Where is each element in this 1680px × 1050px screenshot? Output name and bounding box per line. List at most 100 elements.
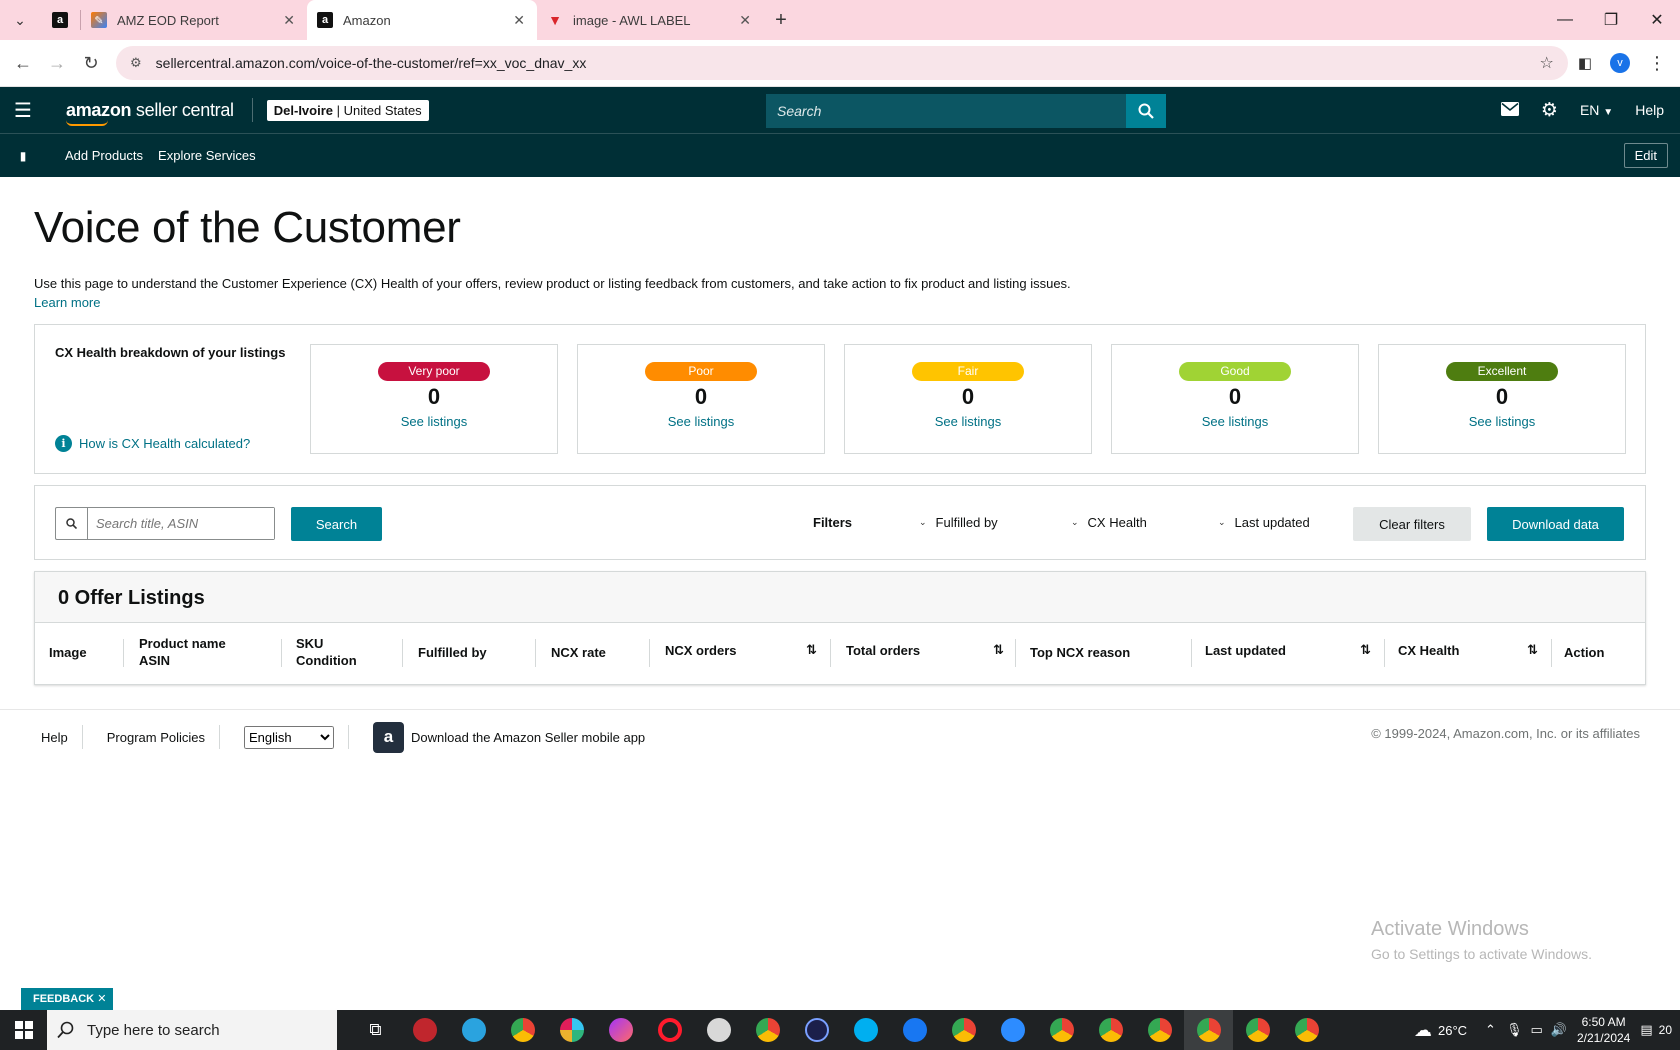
subnav-explore-services[interactable]: Explore Services xyxy=(158,148,256,163)
dropdown-fulfilled-by[interactable]: ⌄ Fulfilled by xyxy=(919,515,998,530)
reload-icon[interactable]: ↻ xyxy=(76,48,106,78)
see-listings-link[interactable]: See listings xyxy=(1112,414,1358,429)
search-button[interactable]: Search xyxy=(291,507,382,541)
paint-icon[interactable] xyxy=(694,1010,743,1050)
col-ncx-orders[interactable]: NCX orders xyxy=(665,642,737,659)
clock-app-icon[interactable] xyxy=(792,1010,841,1050)
weather-cloud-icon[interactable]: ☁ xyxy=(1414,1020,1432,1041)
sort-arrows-icon[interactable]: ⇅ xyxy=(993,642,1004,658)
cx-badge: Very poor xyxy=(378,362,490,381)
minimize-icon[interactable]: — xyxy=(1542,0,1588,40)
footer-help-link[interactable]: Help xyxy=(41,730,68,745)
tab-title: AMZ EOD Report xyxy=(117,12,219,28)
store-switcher[interactable]: Del-Ivoire | United States xyxy=(266,99,429,121)
profile-avatar[interactable]: v xyxy=(1610,53,1630,73)
browser-menu-icon[interactable]: ⋮ xyxy=(1648,53,1666,74)
bookmark-icon[interactable]: ▮ xyxy=(0,149,46,163)
chrome-profile-icon[interactable] xyxy=(1233,1010,1282,1050)
opera-icon[interactable] xyxy=(645,1010,694,1050)
window-close-icon[interactable]: ✕ xyxy=(1634,0,1680,40)
chrome-active-icon[interactable] xyxy=(1184,1010,1233,1050)
chrome-profile-icon[interactable] xyxy=(1037,1010,1086,1050)
bookmark-star-icon[interactable]: ☆ xyxy=(1539,53,1553,73)
see-listings-link[interactable]: See listings xyxy=(578,414,824,429)
slack-icon[interactable] xyxy=(547,1010,596,1050)
chrome-profile-icon[interactable] xyxy=(939,1010,988,1050)
close-icon[interactable]: ✕ xyxy=(739,12,751,29)
tab-amazon[interactable]: a Amazon ✕ xyxy=(307,0,537,40)
address-bar[interactable]: ⚙ sellercentral.amazon.com/voice-of-the-… xyxy=(116,46,1568,80)
close-icon[interactable]: ✕ xyxy=(97,993,106,1005)
sort-arrows-icon[interactable]: ⇅ xyxy=(1360,642,1371,658)
microphone-icon[interactable]: 🎙 xyxy=(1506,1022,1523,1038)
tab-awl-label[interactable]: ▼ image - AWL LABEL ✕ xyxy=(537,0,763,40)
dropdown-last-updated[interactable]: ⌄ Last updated xyxy=(1218,515,1310,530)
app-red-circle-icon[interactable] xyxy=(400,1010,449,1050)
column-divider xyxy=(402,639,403,667)
language-selector[interactable]: EN ▼ xyxy=(1580,102,1613,118)
side-panel-icon[interactable]: ◧ xyxy=(1578,54,1592,72)
footer-language-select[interactable]: English xyxy=(244,725,335,749)
chrome-profile-icon[interactable] xyxy=(1135,1010,1184,1050)
sort-arrows-icon[interactable]: ⇅ xyxy=(806,642,817,658)
column-divider xyxy=(281,639,282,667)
learn-more-link[interactable]: Learn more xyxy=(34,295,100,310)
zoom-icon[interactable] xyxy=(988,1010,1037,1050)
header-search-input[interactable] xyxy=(766,94,1126,128)
windows-start-icon[interactable] xyxy=(0,1021,47,1039)
seller-central-logo[interactable]: amazon seller central xyxy=(66,100,234,126)
search-icon[interactable] xyxy=(1126,94,1166,128)
close-icon[interactable]: ✕ xyxy=(283,12,295,29)
telegram-icon[interactable] xyxy=(449,1010,498,1050)
footer-app-link[interactable]: Download the Amazon Seller mobile app xyxy=(411,730,645,745)
help-link[interactable]: Help xyxy=(1635,102,1664,118)
see-listings-link[interactable]: See listings xyxy=(311,414,557,429)
new-tab-plus-icon[interactable]: + xyxy=(763,9,799,32)
hamburger-menu-icon[interactable]: ☰ xyxy=(0,98,46,123)
edit-bookmarks-button[interactable]: Edit xyxy=(1623,143,1668,168)
listing-search-input[interactable] xyxy=(88,508,274,539)
task-view-icon[interactable]: ⧉ xyxy=(351,1010,400,1050)
restore-icon[interactable]: ❐ xyxy=(1588,0,1634,40)
network-icon[interactable]: ▭ xyxy=(1530,1022,1542,1038)
amazon-app-icon[interactable]: a xyxy=(373,721,405,753)
col-total-orders[interactable]: Total orders xyxy=(846,642,920,659)
tab-amz-eod-report[interactable]: ✎ AMZ EOD Report ✕ xyxy=(81,0,307,40)
notifications-icon[interactable]: ▤ xyxy=(1640,1022,1652,1038)
volume-icon[interactable]: 🔊 xyxy=(1551,1022,1567,1038)
chrome-profile-icon[interactable] xyxy=(1086,1010,1135,1050)
tab-search-chevron-icon[interactable]: ⌄ xyxy=(0,12,40,29)
skype-icon[interactable] xyxy=(841,1010,890,1050)
clear-filters-button[interactable]: Clear filters xyxy=(1353,507,1471,541)
chrome-icon[interactable] xyxy=(743,1010,792,1050)
amazon-a-icon: a xyxy=(317,12,333,28)
see-listings-link[interactable]: See listings xyxy=(845,414,1091,429)
cx-health-info-link[interactable]: i How is CX Health calculated? xyxy=(55,435,250,452)
col-last-updated[interactable]: Last updated xyxy=(1205,642,1286,659)
taskbar-search[interactable]: Type here to search xyxy=(47,1010,337,1050)
facebook-icon[interactable] xyxy=(890,1010,939,1050)
taskbar-clock[interactable]: 6:50 AM 2/21/2024 xyxy=(1577,1014,1630,1046)
chrome-profile-icon[interactable] xyxy=(498,1010,547,1050)
site-info-icon[interactable]: ⚙ xyxy=(130,55,142,71)
footer-policies-link[interactable]: Program Policies xyxy=(107,730,205,745)
forward-arrow-icon[interactable]: → xyxy=(42,48,72,78)
sort-arrows-icon[interactable]: ⇅ xyxy=(1527,642,1538,658)
settings-gear-icon[interactable]: ⚙ xyxy=(1541,99,1558,122)
feedback-button[interactable]: FEEDBACK ✕ xyxy=(21,988,114,1010)
mail-icon[interactable] xyxy=(1500,101,1519,119)
chrome-profile-icon[interactable] xyxy=(1282,1010,1331,1050)
subnav-add-products[interactable]: Add Products xyxy=(65,148,143,163)
tray-chevron-icon[interactable]: ⌃ xyxy=(1485,1022,1496,1038)
dropdown-cx-health[interactable]: ⌄ CX Health xyxy=(1071,515,1147,530)
tab-pinned-amazon[interactable]: a xyxy=(40,0,80,40)
download-data-button[interactable]: Download data xyxy=(1487,507,1624,541)
see-listings-link[interactable]: See listings xyxy=(1379,414,1625,429)
messenger-icon[interactable] xyxy=(596,1010,645,1050)
back-arrow-icon[interactable]: ← xyxy=(8,48,38,78)
weather-temp[interactable]: 26°C xyxy=(1438,1023,1467,1038)
notifications-count[interactable]: 20 xyxy=(1659,1023,1672,1037)
close-icon[interactable]: ✕ xyxy=(513,12,525,29)
col-cx-health[interactable]: CX Health xyxy=(1398,642,1459,659)
header-divider xyxy=(251,98,253,122)
